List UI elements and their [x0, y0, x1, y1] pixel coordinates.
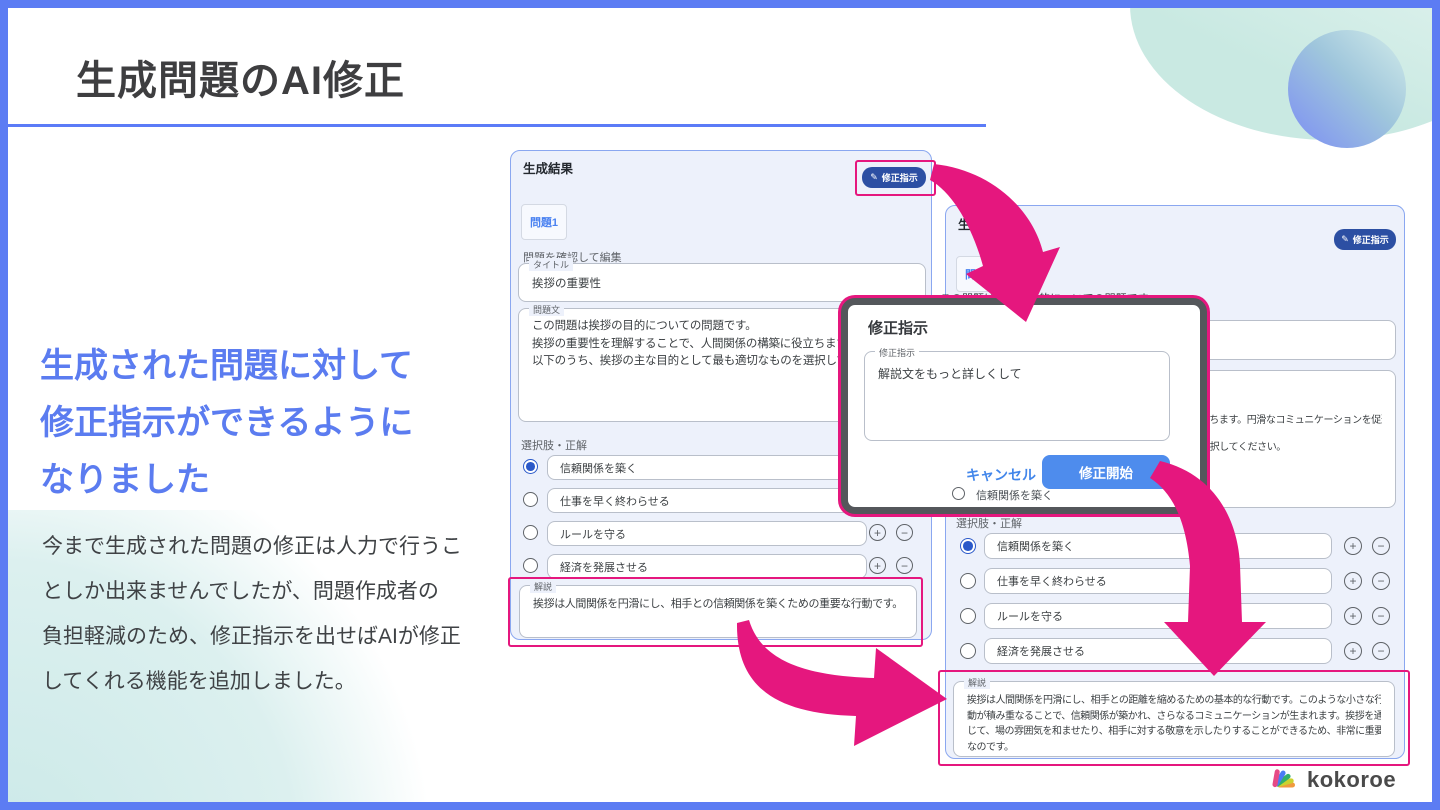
headline-line: 修正指示ができるように: [40, 395, 413, 452]
description-line: してくれる機能を追加しました。: [42, 659, 462, 704]
edit-instruction-button-label: 修正指示: [882, 171, 918, 184]
pencil-icon: ✎: [870, 172, 878, 183]
title-field-label: タイトル: [529, 258, 573, 271]
occluded-option-label: 信頼関係を築く: [976, 487, 1053, 503]
panel-title: 生成結果: [958, 214, 1008, 233]
pencil-icon: ✎: [1341, 234, 1349, 245]
instruction-textarea[interactable]: 修正指示 解説文をもっと詳しくして: [864, 351, 1170, 441]
radio-icon[interactable]: [523, 558, 538, 573]
explanation-line: なのです。: [967, 740, 1381, 756]
radio-icon[interactable]: [952, 487, 965, 500]
question-1-chip[interactable]: 問題1: [521, 204, 567, 240]
remove-option-button[interactable]: −: [1372, 537, 1390, 555]
option-input[interactable]: 仕事を早く終わらせる: [984, 568, 1332, 594]
explanation-line: じて、場の雰囲気を和ませたり、相手に対する敬意を示したりすることができるため、非…: [967, 724, 1381, 740]
page-title: 生成問題のAI修正: [76, 48, 405, 106]
option-input[interactable]: ルールを守る: [984, 603, 1332, 629]
radio-icon[interactable]: [960, 573, 976, 589]
option-input[interactable]: 信頼関係を築く: [547, 455, 867, 480]
remove-option-button[interactable]: −: [1372, 572, 1390, 590]
choices-section-label: 選択肢・正解: [956, 515, 1022, 531]
option-row: ルールを守る + −: [946, 603, 1404, 630]
explanation-line: 挨拶は人間関係を円滑にし、相手との距離を縮めるための基本的な行動です。このような…: [967, 693, 1381, 709]
add-option-button[interactable]: +: [1344, 572, 1362, 590]
option-row: 信頼関係を築く + −: [946, 533, 1404, 560]
description-line: としか出来ませんでしたが、問題作成者の: [42, 569, 462, 614]
remove-option-button[interactable]: −: [896, 524, 913, 541]
question-field-label: 問題文: [529, 303, 564, 316]
explanation-field[interactable]: 解説 挨拶は人間関係を円滑にし、相手との距離を縮めるための基本的な行動です。この…: [953, 681, 1395, 757]
edit-instruction-dialog: 修正指示 修正指示 解説文をもっと詳しくして キャンセル 修正開始: [841, 298, 1207, 514]
explanation-field[interactable]: 解説 挨拶は人間関係を円滑にし、相手との信頼関係を築くための重要な行動です。: [519, 585, 917, 638]
choices-section-label: 選択肢・正解: [521, 437, 587, 453]
option-row: 仕事を早く終わらせる + −: [946, 568, 1404, 595]
explanation-line: 挨拶は人間関係を円滑にし、相手との信頼関係を築くための重要な行動です。: [533, 596, 903, 614]
headline: 生成された問題に対して 修正指示ができるように なりました: [40, 338, 413, 509]
headline-line: 生成された問題に対して: [40, 338, 413, 395]
add-option-button[interactable]: +: [869, 557, 886, 574]
kokoroe-fan-icon: [1272, 766, 1299, 793]
remove-option-button[interactable]: −: [1372, 607, 1390, 625]
option-row: 経済を発展させる + −: [946, 638, 1404, 665]
instruction-field-label: 修正指示: [875, 346, 919, 359]
edit-instruction-button[interactable]: ✎ 修正指示: [862, 167, 926, 188]
option-input[interactable]: ルールを守る: [547, 521, 867, 546]
add-option-button[interactable]: +: [1344, 537, 1362, 555]
decor-gradient-circle: [1288, 30, 1406, 148]
start-correction-button[interactable]: 修正開始: [1042, 455, 1170, 489]
description-line: 今まで生成された問題の修正は人力で行うこ: [42, 524, 462, 569]
radio-selected-icon[interactable]: [960, 538, 976, 554]
add-option-button[interactable]: +: [1344, 607, 1362, 625]
radio-icon[interactable]: [960, 643, 976, 659]
title-field[interactable]: タイトル 挨拶の重要性: [518, 263, 926, 302]
radio-icon[interactable]: [960, 608, 976, 624]
explanation-line: 動が積み重なることで、信頼関係が築かれ、さらなるコミュニケーションが生まれます。…: [967, 709, 1381, 725]
radio-icon[interactable]: [523, 525, 538, 540]
panel-title: 生成結果: [523, 158, 573, 177]
option-input[interactable]: 信頼関係を築く: [984, 533, 1332, 559]
cancel-button[interactable]: キャンセル: [966, 465, 1036, 485]
title-underline: [8, 124, 986, 127]
radio-icon[interactable]: [523, 492, 538, 507]
add-option-button[interactable]: +: [869, 524, 886, 541]
option-input[interactable]: 経済を発展させる: [547, 554, 867, 579]
remove-option-button[interactable]: −: [1372, 642, 1390, 660]
brand-logo-text: kokoroe: [1307, 767, 1396, 793]
add-option-button[interactable]: +: [1344, 642, 1362, 660]
remove-option-button[interactable]: −: [896, 557, 913, 574]
headline-line: なりました: [40, 452, 413, 509]
description-line: 負担軽減のため、修正指示を出せばAIが修正: [42, 614, 462, 659]
option-row: 経済を発展させる + −: [511, 554, 931, 580]
edit-instruction-button[interactable]: ✎ 修正指示: [1334, 229, 1396, 250]
option-input[interactable]: 仕事を早く終わらせる: [547, 488, 867, 513]
slide: 生成問題のAI修正 生成された問題に対して 修正指示ができるように なりました …: [0, 0, 1440, 810]
option-row: ルールを守る + −: [511, 521, 931, 547]
explanation-field-label: 解説: [530, 580, 556, 593]
description: 今まで生成された問題の修正は人力で行うこ としか出来ませんでしたが、問題作成者の…: [42, 524, 462, 704]
question-1-chip[interactable]: 問題1: [956, 256, 1002, 292]
brand-logo: kokoroe: [1272, 766, 1396, 793]
dialog-title: 修正指示: [868, 317, 928, 338]
option-input[interactable]: 経済を発展させる: [984, 638, 1332, 664]
explanation-field-label: 解説: [964, 676, 990, 689]
edit-instruction-button-label: 修正指示: [1353, 233, 1389, 246]
title-field-value: 挨拶の重要性: [519, 264, 925, 291]
radio-selected-icon[interactable]: [523, 459, 538, 474]
